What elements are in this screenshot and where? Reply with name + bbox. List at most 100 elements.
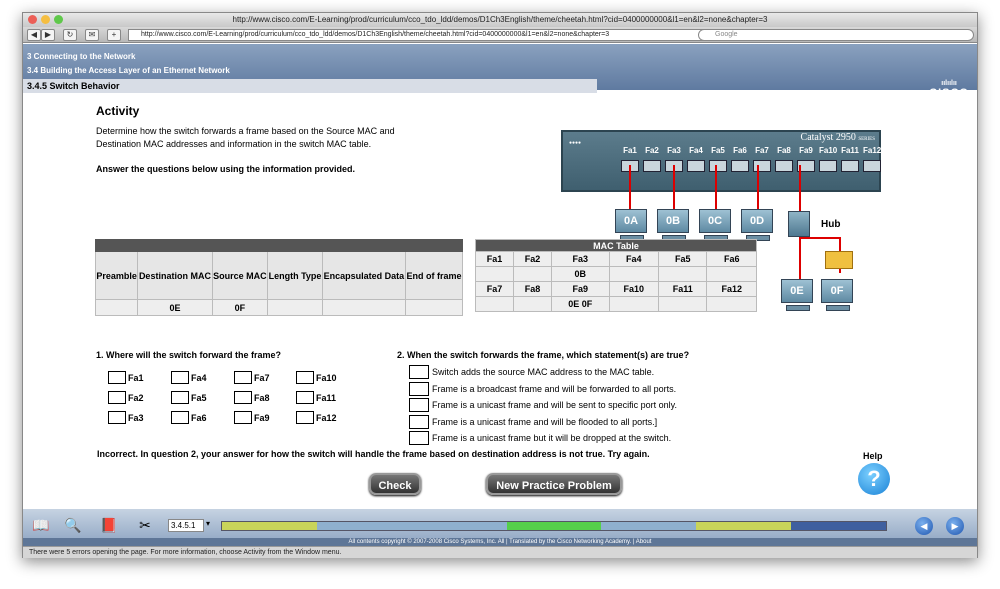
progress-segment[interactable] — [506, 522, 602, 530]
url-field[interactable]: http://www.cisco.com/E-Learning/prod/cur… — [128, 29, 711, 41]
option-label: Fa11 — [316, 392, 337, 403]
q2-option[interactable]: Frame is a broadcast frame and will be f… — [409, 381, 676, 396]
q1-option-fa10[interactable]: Fa10 — [296, 371, 337, 384]
checkbox[interactable] — [234, 391, 252, 404]
new-practice-problem-button[interactable]: New Practice Problem — [486, 473, 622, 495]
help-label: Help — [863, 451, 883, 461]
search-icon[interactable]: 🔍 — [63, 517, 83, 535]
checkbox[interactable] — [171, 411, 189, 424]
q2-option[interactable]: Frame is a unicast frame and will be sen… — [409, 398, 677, 412]
port-jack — [687, 160, 705, 172]
q1-option-fa8[interactable]: Fa8 — [234, 391, 270, 404]
mac-port-header: Fa1 — [475, 251, 514, 267]
glossary-icon[interactable]: 📖 — [31, 517, 51, 535]
help-icon[interactable]: ? — [858, 463, 890, 495]
minimize-window-button[interactable] — [41, 15, 50, 24]
reload-button[interactable]: ↻ — [63, 29, 77, 41]
q1-option-fa7[interactable]: Fa7 — [234, 371, 270, 384]
frame-col-preamble: Preamble — [94, 251, 139, 300]
q1-option-fa2[interactable]: Fa2 — [108, 391, 144, 404]
port-jack — [731, 160, 749, 172]
option-label: Frame is a unicast frame but it will be … — [432, 433, 672, 443]
checkbox[interactable] — [409, 381, 429, 396]
checkbox[interactable] — [409, 414, 429, 429]
checkbox[interactable] — [234, 371, 252, 384]
checkbox[interactable] — [108, 391, 126, 404]
option-label: Fa3 — [128, 412, 144, 423]
back-button[interactable]: ◀ — [27, 29, 41, 41]
q2-option[interactable]: Frame is a unicast frame and will be flo… — [409, 414, 657, 429]
bookmark-icon[interactable]: ✉ — [85, 29, 99, 41]
page-selector-icon[interactable]: ▾ — [206, 519, 210, 528]
option-label: Fa9 — [254, 412, 270, 423]
q1-option-fa9[interactable]: Fa9 — [234, 411, 270, 424]
checkbox[interactable] — [234, 411, 252, 424]
tools-icon[interactable]: ✂ — [135, 517, 155, 535]
close-window-button[interactable] — [28, 15, 37, 24]
option-label: Fa7 — [254, 372, 270, 383]
previous-page-button[interactable]: ◀ — [915, 517, 933, 535]
mac-port-value — [706, 266, 757, 282]
search-field[interactable]: Google — [698, 29, 974, 41]
notes-icon[interactable]: 📕 — [99, 517, 119, 535]
mac-port-header: Fa11 — [658, 281, 708, 297]
forward-button[interactable]: ▶ — [41, 29, 55, 41]
checkbox[interactable] — [296, 411, 314, 424]
host-0a: 0A — [615, 209, 647, 241]
hub-label: Hub — [821, 219, 841, 230]
q1-option-fa11[interactable]: Fa11 — [296, 391, 336, 404]
progress-segment[interactable] — [601, 522, 697, 530]
frame-value-data — [321, 299, 406, 316]
port-jack — [709, 160, 727, 172]
browser-toolbar: ◀ ▶ ↻ ✉ + http://www.cisco.com/E-Learnin… — [23, 27, 977, 43]
progress-segment[interactable] — [411, 522, 507, 530]
frame-col-end: End of frame — [404, 251, 464, 300]
q1-option-fa5[interactable]: Fa5 — [171, 391, 207, 404]
checkbox[interactable] — [171, 371, 189, 384]
mac-port-value: 0E 0F — [551, 296, 610, 312]
add-bookmark-button[interactable]: + — [107, 29, 121, 41]
frame-table: Preamble Destination MAC Source MAC Leng… — [94, 239, 464, 316]
mac-port-value — [658, 296, 708, 312]
option-label: Fa2 — [128, 392, 144, 403]
mac-port-value: 0B — [551, 266, 610, 282]
option-label: Fa1 — [128, 372, 144, 383]
activity-instruction: Answer the questions below using the inf… — [96, 164, 356, 174]
q2-option[interactable]: Frame is a unicast frame but it will be … — [409, 431, 671, 445]
checkbox[interactable] — [409, 365, 429, 379]
wire-fa1 — [629, 165, 631, 209]
q1-option-fa3[interactable]: Fa3 — [108, 411, 144, 424]
option-label: Fa12 — [316, 412, 337, 423]
q1-option-fa4[interactable]: Fa4 — [171, 371, 207, 384]
switch-model-label: Catalyst 2950 SERIES — [800, 132, 875, 143]
progress-bar[interactable] — [221, 521, 887, 531]
progress-segment[interactable] — [791, 522, 886, 530]
wire-fa7 — [757, 165, 759, 209]
q2-option[interactable]: Switch adds the source MAC address to th… — [409, 365, 654, 379]
subsection-title: 3.4.5 Switch Behavior — [23, 79, 597, 93]
q1-option-fa6[interactable]: Fa6 — [171, 411, 207, 424]
progress-segment[interactable] — [222, 522, 317, 530]
switch-ports — [621, 160, 881, 172]
checkbox[interactable] — [108, 371, 126, 384]
q1-option-fa12[interactable]: Fa12 — [296, 411, 337, 424]
checkbox[interactable] — [171, 391, 189, 404]
mac-port-value — [706, 296, 757, 312]
zoom-window-button[interactable] — [54, 15, 63, 24]
wire-hub-link — [799, 237, 839, 239]
check-button[interactable]: Check — [369, 473, 421, 495]
page-number-field[interactable]: 3.4.5.1 — [168, 519, 204, 532]
checkbox[interactable] — [108, 411, 126, 424]
progress-segment[interactable] — [316, 522, 412, 530]
checkbox[interactable] — [296, 371, 314, 384]
wire-fa5 — [715, 165, 717, 209]
window-title: http://www.cisco.com/E-Learning/prod/cur… — [23, 13, 977, 27]
checkbox[interactable] — [296, 391, 314, 404]
next-page-button[interactable]: ▶ — [946, 517, 964, 535]
mac-port-header: Fa2 — [513, 251, 552, 267]
checkbox[interactable] — [409, 431, 429, 445]
port-jack — [753, 160, 771, 172]
checkbox[interactable] — [409, 398, 429, 412]
q1-option-fa1[interactable]: Fa1 — [108, 371, 144, 384]
progress-segment[interactable] — [696, 522, 792, 530]
